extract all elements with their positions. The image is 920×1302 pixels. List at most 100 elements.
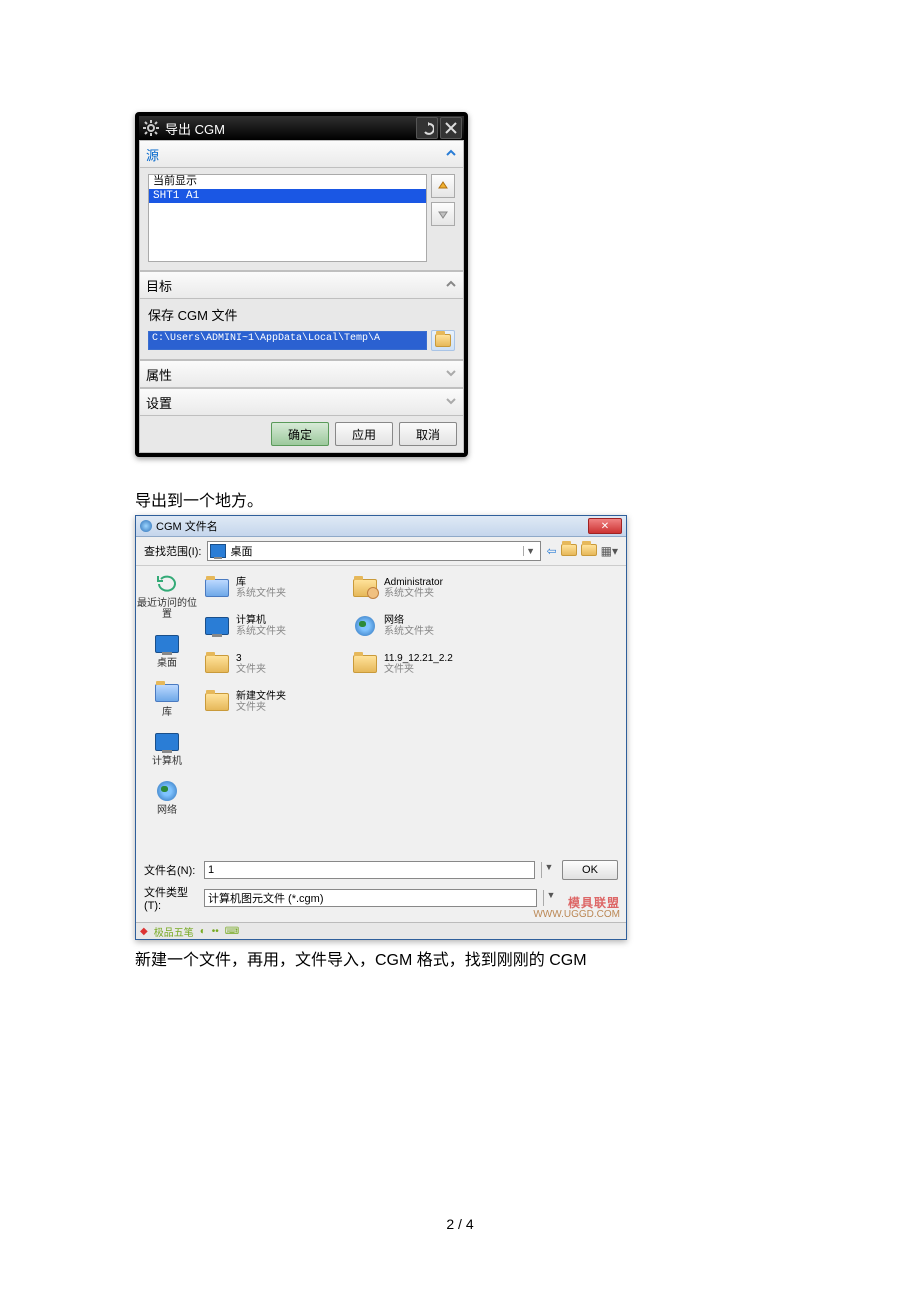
file-item-name: 网络 — [384, 615, 434, 626]
close-button[interactable]: ✕ — [588, 518, 622, 534]
chevron-up-icon — [445, 146, 457, 162]
ime-keyboard-icon[interactable]: ⌨ — [225, 926, 239, 937]
folder-icon — [435, 334, 451, 347]
file-item-sub: 文件夹 — [384, 664, 453, 675]
export-dialog-titlebar: 导出 CGM — [139, 116, 464, 140]
file-item-name: 3 — [236, 653, 266, 664]
ime-name: 极品五笔 — [154, 924, 194, 939]
library-icon — [155, 684, 179, 702]
cancel-button[interactable]: 取消 — [399, 422, 457, 446]
app-icon — [140, 520, 152, 532]
places-bar: 最近访问的位置 桌面 库 计算机 网络 — [136, 566, 198, 856]
caption-2: 新建一个文件，再用，文件导入，CGM 格式，找到刚刚的 CGM — [135, 946, 785, 970]
section-properties-title: 属性 — [146, 365, 172, 384]
file-item-icon — [204, 617, 230, 635]
section-settings-title: 设置 — [146, 393, 172, 412]
file-dialog-title: CGM 文件名 — [156, 518, 588, 534]
move-up-button[interactable] — [431, 174, 455, 198]
section-settings-header[interactable]: 设置 — [139, 388, 464, 416]
network-icon — [157, 781, 177, 801]
desktop-icon — [210, 544, 226, 558]
section-target-title: 目标 — [146, 276, 172, 295]
computer-icon — [155, 733, 179, 751]
place-recent[interactable]: 最近访问的位置 — [136, 572, 198, 620]
look-in-label: 查找范围(I): — [144, 543, 201, 559]
file-item-sub: 文件夹 — [236, 702, 286, 713]
back-icon[interactable]: ⇦ — [547, 544, 557, 559]
save-cgm-label: 保存 CGM 文件 — [148, 305, 455, 324]
file-save-dialog: CGM 文件名 ✕ 查找范围(I): 桌面 ▼ ⇦ ▦▾ — [135, 515, 627, 940]
browse-button[interactable] — [431, 330, 455, 351]
ime-punct-icon[interactable]: •• — [212, 926, 219, 937]
file-item-icon — [204, 579, 230, 597]
ok-button[interactable]: OK — [562, 860, 618, 880]
ok-button[interactable]: 确定 — [271, 422, 329, 446]
section-properties-header[interactable]: 属性 — [139, 360, 464, 388]
file-item-sub: 文件夹 — [236, 664, 266, 675]
section-target-header[interactable]: 目标 — [139, 271, 464, 299]
place-network[interactable]: 网络 — [153, 779, 181, 816]
filename-history-dropdown[interactable]: ▼ — [541, 862, 556, 878]
file-item-name: 新建文件夹 — [236, 691, 286, 702]
chevron-down-icon — [445, 394, 457, 410]
file-list[interactable]: 库系统文件夹Administrator系统文件夹计算机系统文件夹网络系统文件夹3… — [198, 566, 626, 856]
export-cgm-dialog: 导出 CGM 源 当前显示 SHT1 A1 — [135, 112, 468, 457]
file-dialog-toolbar: 查找范围(I): 桌面 ▼ ⇦ ▦▾ — [136, 537, 626, 566]
recent-icon — [153, 572, 181, 596]
file-item[interactable]: 新建文件夹文件夹 — [202, 684, 344, 720]
file-item-sub: 系统文件夹 — [384, 626, 434, 637]
close-icon[interactable] — [440, 117, 462, 139]
view-menu-icon[interactable]: ▦▾ — [601, 544, 618, 559]
filetype-combo[interactable]: 计算机图元文件 (*.cgm) — [204, 889, 537, 907]
filetype-label: 文件类型(T): — [144, 884, 198, 912]
undo-icon[interactable] — [416, 117, 438, 139]
apply-button[interactable]: 应用 — [335, 422, 393, 446]
section-source-header[interactable]: 源 — [139, 140, 464, 168]
desktop-icon — [155, 635, 179, 653]
ime-bar: ◆ 极品五笔 ◐ •• ⌨ — [136, 922, 626, 939]
source-list-item-selected[interactable]: SHT1 A1 — [149, 189, 426, 203]
place-desktop[interactable]: 桌面 — [153, 632, 181, 669]
section-source-body: 当前显示 SHT1 A1 — [139, 168, 464, 271]
file-dialog-bottom: 文件名(N): 1 ▼ OK 文件类型(T): 计算机图元文件 (*.cgm) … — [136, 856, 626, 922]
file-item[interactable]: 网络系统文件夹 — [350, 608, 492, 644]
section-source-title: 源 — [146, 145, 159, 164]
file-item-icon — [204, 655, 230, 673]
file-item-icon — [352, 579, 378, 597]
place-computer[interactable]: 计算机 — [152, 730, 182, 767]
save-path-input[interactable]: C:\Users\ADMINI~1\AppData\Local\Temp\A — [148, 331, 427, 350]
file-item-name: 11.9_12.21_2.2 — [384, 653, 453, 664]
move-down-button[interactable] — [431, 202, 455, 226]
file-item-sub: 系统文件夹 — [384, 588, 443, 599]
filename-input[interactable]: 1 — [204, 861, 535, 879]
source-list-item[interactable]: 当前显示 — [149, 175, 426, 189]
watermark: 模具联盟 WWW.UGGD.COM — [533, 898, 620, 920]
file-item[interactable]: 11.9_12.21_2.2文件夹 — [350, 646, 492, 682]
file-dialog-titlebar: CGM 文件名 ✕ — [136, 516, 626, 537]
dialog-button-bar: 确定 应用 取消 — [139, 416, 464, 453]
chevron-down-icon — [445, 366, 457, 382]
caption-1: 导出到一个地方。 — [135, 487, 785, 511]
up-folder-icon[interactable] — [561, 544, 577, 559]
file-item[interactable]: 库系统文件夹 — [202, 570, 344, 606]
file-item[interactable]: 3文件夹 — [202, 646, 344, 682]
place-library[interactable]: 库 — [153, 681, 181, 718]
ime-half-icon[interactable]: ◐ — [200, 926, 206, 937]
look-in-combo[interactable]: 桌面 ▼ — [207, 541, 540, 561]
file-item-icon — [352, 616, 378, 636]
file-item[interactable]: 计算机系统文件夹 — [202, 608, 344, 644]
file-item-name: 计算机 — [236, 615, 286, 626]
look-in-value: 桌面 — [230, 543, 518, 559]
page-number: 2 / 4 — [0, 1216, 920, 1232]
file-item-sub: 系统文件夹 — [236, 588, 286, 599]
export-dialog-title: 导出 CGM — [163, 119, 416, 138]
new-folder-icon[interactable] — [581, 544, 597, 559]
file-item-icon — [352, 655, 378, 673]
file-item-sub: 系统文件夹 — [236, 626, 286, 637]
file-item-icon — [204, 693, 230, 711]
file-item-name: Administrator — [384, 577, 443, 588]
gear-icon — [143, 120, 159, 136]
dropdown-icon[interactable]: ▼ — [523, 546, 538, 556]
source-list[interactable]: 当前显示 SHT1 A1 — [148, 174, 427, 262]
file-item[interactable]: Administrator系统文件夹 — [350, 570, 492, 606]
